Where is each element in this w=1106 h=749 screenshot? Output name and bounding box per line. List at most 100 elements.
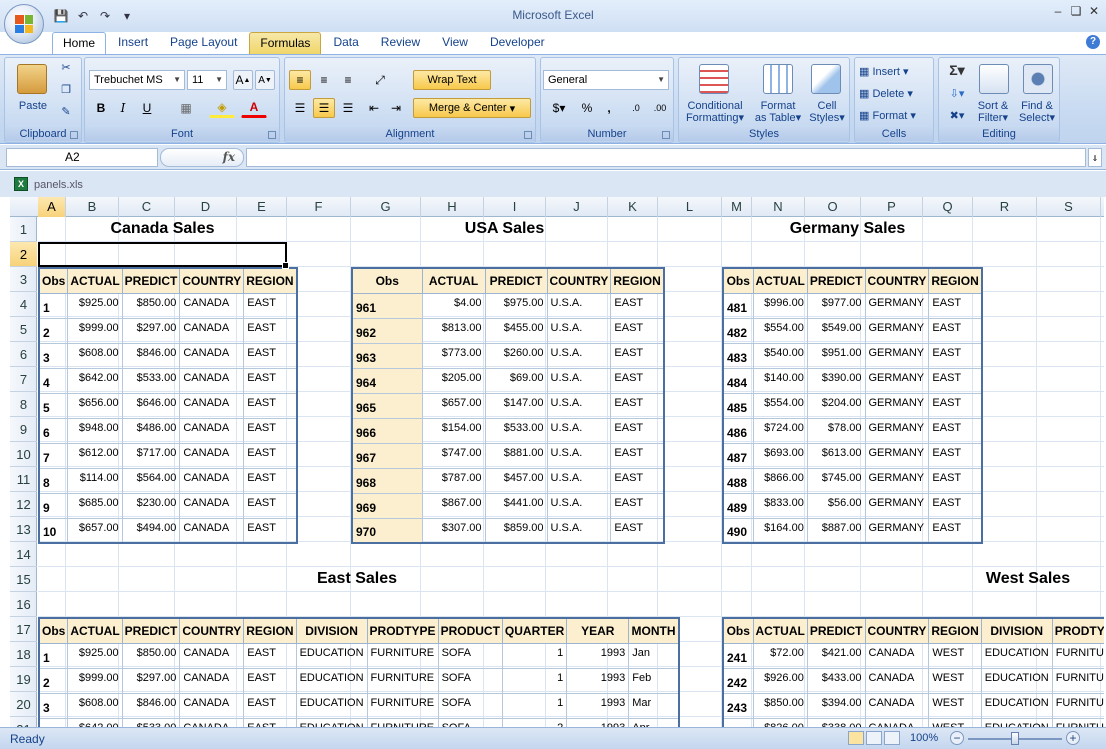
tab-insert[interactable]: Insert	[108, 32, 158, 54]
table-cell[interactable]: SOFA	[437, 667, 503, 694]
borders-icon[interactable]: ▦	[173, 98, 199, 118]
italic-button[interactable]: I	[113, 98, 133, 118]
table-cell[interactable]: 2	[501, 717, 568, 727]
table-cell[interactable]: 2	[38, 317, 69, 344]
table-cell[interactable]: 241	[722, 642, 754, 669]
table-cell[interactable]: GERMANY	[864, 467, 930, 494]
align-left-icon[interactable]: ☰	[289, 98, 311, 118]
delete-cells-button[interactable]: ▦ Delete ▾	[859, 88, 931, 100]
table-cell[interactable]: $996.00	[752, 292, 808, 319]
table-cell[interactable]: $685.00	[67, 492, 123, 519]
column-header[interactable]: D	[175, 197, 237, 217]
table-cell[interactable]: 1993	[566, 667, 630, 694]
table-cell[interactable]: EAST	[610, 467, 665, 494]
font-size-select[interactable]: 11 ▼	[187, 70, 227, 90]
table-cell[interactable]: 969	[351, 492, 423, 519]
table-cell[interactable]: $657.00	[421, 392, 486, 419]
table-cell[interactable]: $114.00	[67, 467, 123, 494]
column-header[interactable]: P	[861, 197, 923, 217]
formula-input[interactable]	[246, 148, 1086, 167]
column-heading[interactable]: COUNTRY	[864, 267, 930, 294]
align-right-icon[interactable]: ☰	[337, 98, 359, 118]
table-cell[interactable]: CANADA	[179, 667, 245, 694]
table-cell[interactable]: $140.00	[752, 367, 808, 394]
table-cell[interactable]: CANADA	[179, 517, 245, 544]
table-cell[interactable]: $554.00	[752, 392, 808, 419]
table-cell[interactable]: 1	[38, 292, 69, 319]
table-cell[interactable]: 4	[38, 717, 69, 727]
table-cell[interactable]: FURNITURE	[1051, 717, 1104, 727]
table-cell[interactable]: U.S.A.	[546, 292, 612, 319]
table-cell[interactable]: 963	[351, 342, 423, 369]
column-heading[interactable]: ACTUAL	[67, 267, 123, 294]
table-cell[interactable]: $154.00	[421, 417, 486, 444]
table-cell[interactable]: 481	[722, 292, 754, 319]
table-cell[interactable]: $881.00	[484, 442, 548, 469]
table-cell[interactable]: 244	[722, 717, 754, 727]
table-cell[interactable]: 489	[722, 492, 754, 519]
table-cell[interactable]: U.S.A.	[546, 317, 612, 344]
table-cell[interactable]: $693.00	[752, 442, 808, 469]
table-cell[interactable]: EAST	[928, 467, 983, 494]
number-format-select[interactable]: General ▼	[543, 70, 669, 90]
table-cell[interactable]: CANADA	[179, 442, 245, 469]
table-cell[interactable]: GERMANY	[864, 367, 930, 394]
table-cell[interactable]: EAST	[610, 417, 665, 444]
page-layout-view-icon[interactable]	[866, 731, 882, 745]
table-cell[interactable]: 1993	[566, 642, 630, 669]
row-header[interactable]: 19	[10, 667, 37, 692]
underline-button[interactable]: U	[135, 98, 159, 118]
column-header[interactable]: G	[351, 197, 421, 217]
find-select-button[interactable]: Find & Select▾	[1015, 100, 1059, 124]
table-cell[interactable]: U.S.A.	[546, 342, 612, 369]
table-cell[interactable]: CANADA	[179, 317, 245, 344]
table-cell[interactable]: $608.00	[67, 342, 123, 369]
column-heading[interactable]: COUNTRY	[179, 617, 245, 644]
table-cell[interactable]: EAST	[610, 517, 665, 544]
table-cell[interactable]: $56.00	[806, 492, 866, 519]
row-header[interactable]: 6	[10, 342, 37, 367]
table-cell[interactable]: U.S.A.	[546, 492, 612, 519]
table-cell[interactable]: GERMANY	[864, 292, 930, 319]
table-cell[interactable]: $846.00	[121, 342, 181, 369]
column-heading[interactable]: COUNTRY	[864, 617, 930, 644]
table-cell[interactable]: 964	[351, 367, 423, 394]
autosum-icon[interactable]: Σ▾	[945, 63, 969, 77]
comma-icon[interactable]: ,	[599, 98, 619, 118]
table-cell[interactable]: EAST	[243, 392, 298, 419]
table-cell[interactable]: 962	[351, 317, 423, 344]
table-cell[interactable]: $999.00	[67, 317, 123, 344]
table-cell[interactable]: $164.00	[752, 517, 808, 544]
table-cell[interactable]: EAST	[243, 467, 298, 494]
table-cell[interactable]: EAST	[243, 367, 298, 394]
table-cell[interactable]: 3	[38, 342, 69, 369]
table-cell[interactable]: WEST	[928, 667, 982, 694]
table-cell[interactable]: FURNITURE	[366, 667, 439, 694]
column-heading[interactable]: Obs	[38, 617, 69, 644]
table-cell[interactable]: $717.00	[121, 442, 181, 469]
table-cell[interactable]: $338.00	[806, 717, 866, 727]
table-cell[interactable]: CANADA	[179, 367, 245, 394]
column-heading[interactable]: PREDICT	[806, 267, 866, 294]
table-cell[interactable]: EAST	[610, 342, 665, 369]
column-heading[interactable]: PRODTYPE	[1051, 617, 1104, 644]
column-heading[interactable]: PREDICT	[806, 617, 866, 644]
table-cell[interactable]: EAST	[610, 392, 665, 419]
table-cell[interactable]: CANADA	[179, 292, 245, 319]
insert-function-button[interactable]: fx	[160, 148, 244, 167]
column-header[interactable]: M	[722, 197, 752, 217]
table-cell[interactable]: $833.00	[752, 492, 808, 519]
table-cell[interactable]: EAST	[610, 292, 665, 319]
font-launcher-icon[interactable]	[268, 131, 276, 139]
row-header[interactable]: 13	[10, 517, 37, 542]
percent-icon[interactable]: %	[577, 98, 597, 118]
table-cell[interactable]: 4	[38, 367, 69, 394]
table-cell[interactable]: 485	[722, 392, 754, 419]
tab-home[interactable]: Home	[52, 32, 107, 54]
table-cell[interactable]: $975.00	[484, 292, 548, 319]
conditional-formatting-button[interactable]: Conditional Formatting▾	[679, 100, 751, 124]
table-cell[interactable]: 5	[38, 392, 69, 419]
table-cell[interactable]: 242	[722, 667, 754, 694]
table-cell[interactable]: $307.00	[421, 517, 486, 544]
copy-icon[interactable]: ❐	[57, 84, 75, 96]
